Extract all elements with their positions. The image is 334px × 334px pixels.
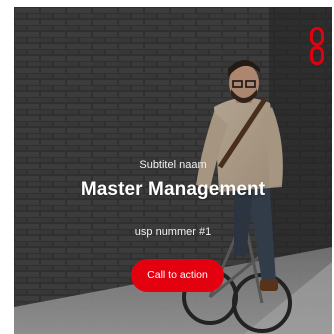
page: Subtitel naam Master Management usp numm…	[0, 0, 334, 334]
hero-usp: usp nummer #1	[134, 226, 212, 238]
call-to-action-button[interactable]: Call to action	[131, 259, 224, 292]
hero-title: Master Management	[80, 179, 266, 200]
hero-subtitle: Subtitel naam	[139, 159, 207, 171]
